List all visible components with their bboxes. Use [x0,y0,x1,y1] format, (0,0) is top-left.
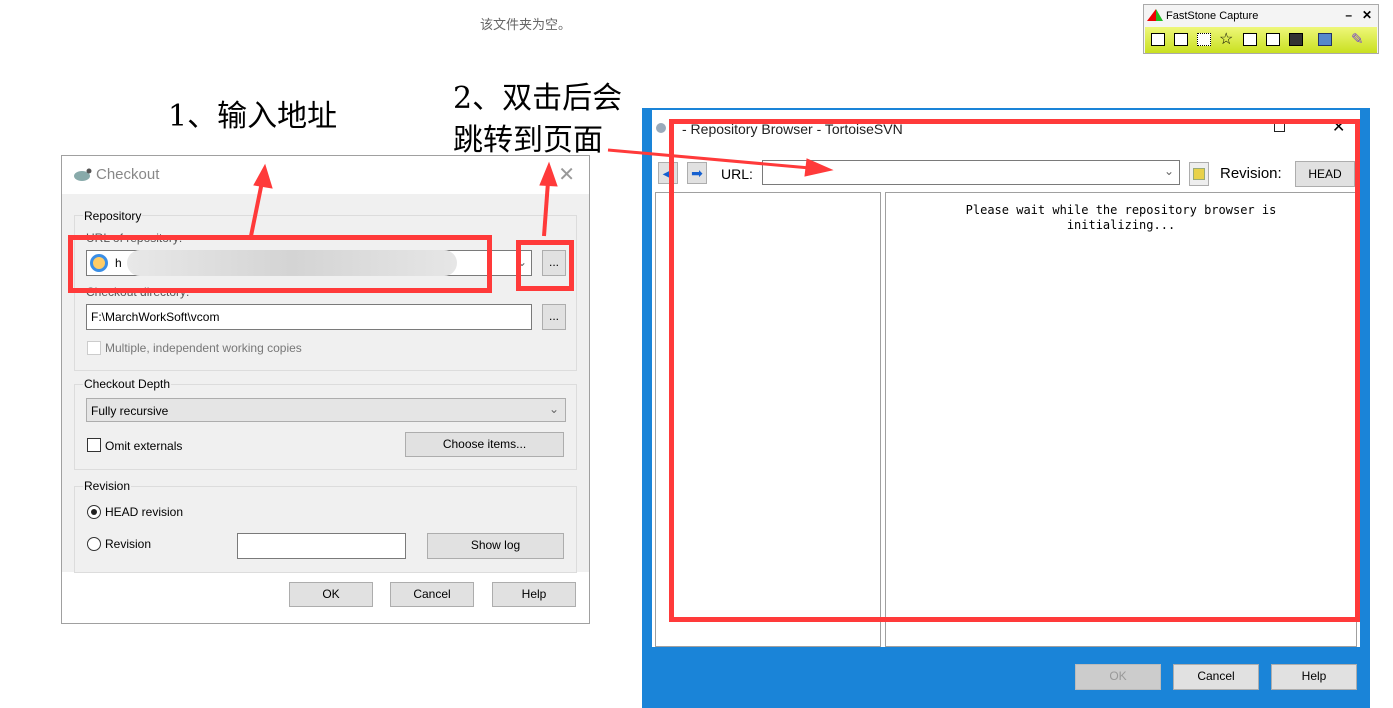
multiple-copies-label: Multiple, independent working copies [105,341,302,355]
revision-label: Revision [105,537,152,551]
tortoise-icon [74,168,92,181]
capture-object-icon[interactable] [1174,33,1188,46]
ok-label: OK [322,587,340,601]
capture-window-icon[interactable] [1151,33,1165,46]
close-button[interactable]: ✕ [1362,8,1372,22]
settings-icon[interactable]: ✎ [1351,30,1364,48]
capture-freehand-icon[interactable]: ☆ [1219,29,1233,49]
show-log-button[interactable]: Show log [427,533,564,559]
head-revision-radio[interactable] [87,505,101,519]
annotation-line: 2、双击后会 [453,81,623,116]
ok-button[interactable]: OK [1075,664,1161,690]
help-button[interactable]: Help [492,582,576,607]
faststone-logo-icon [1147,9,1163,21]
revision-group [74,486,577,573]
omit-externals-checkbox[interactable] [87,438,101,452]
faststone-title: FastStone Capture [1166,10,1259,22]
revision-group-label: Revision [83,479,132,493]
close-button[interactable]: ✕ [558,162,575,187]
cancel-button[interactable]: Cancel [390,582,474,607]
checkout-dialog: Checkout ✕ Repository URL of repository:… [61,155,590,624]
revision-input[interactable] [237,533,406,559]
capture-tools-bar: ☆ ✎ [1145,27,1377,53]
help-button[interactable]: Help [1271,664,1357,690]
capture-scrolling-icon[interactable] [1266,33,1280,46]
capture-rectangle-icon[interactable] [1197,33,1211,46]
depth-select[interactable]: Fully recursive ⌄ [86,398,566,422]
annotation-box-browser [669,119,1360,622]
browse-directory-button[interactable]: ... [542,304,566,330]
directory-input[interactable]: F:\MarchWorkSoft\vcom [86,304,532,330]
capture-fullscreen-icon[interactable] [1243,33,1257,46]
cancel-button[interactable]: Cancel [1173,664,1259,690]
dialog-title: Checkout [96,166,160,183]
tortoise-icon [656,123,666,133]
minimize-button[interactable]: – [1345,8,1352,22]
screen-recorder-icon[interactable] [1289,33,1303,46]
chevron-down-icon: ⌄ [548,402,559,416]
head-revision-label: HEAD revision [105,505,184,519]
choose-items-button[interactable]: Choose items... [405,432,564,457]
empty-folder-text: 该文件夹为空。 [480,17,572,32]
revision-radio[interactable] [87,537,101,551]
faststone-toolbar: FastStone Capture – ✕ ☆ ✎ [1143,4,1379,54]
ok-button[interactable]: OK [289,582,373,607]
omit-externals-label: Omit externals [105,439,183,453]
annotation-step1: 1、输入地址 [168,99,338,134]
repository-group-label: Repository [83,209,143,223]
annotation-box-browse [516,240,574,291]
depth-group-label: Checkout Depth [83,377,172,391]
depth-value: Fully recursive [91,404,169,418]
depth-group [74,384,577,470]
annotation-box-url [68,235,492,293]
multiple-copies-checkbox[interactable] [87,341,101,355]
save-icon[interactable] [1318,33,1332,46]
